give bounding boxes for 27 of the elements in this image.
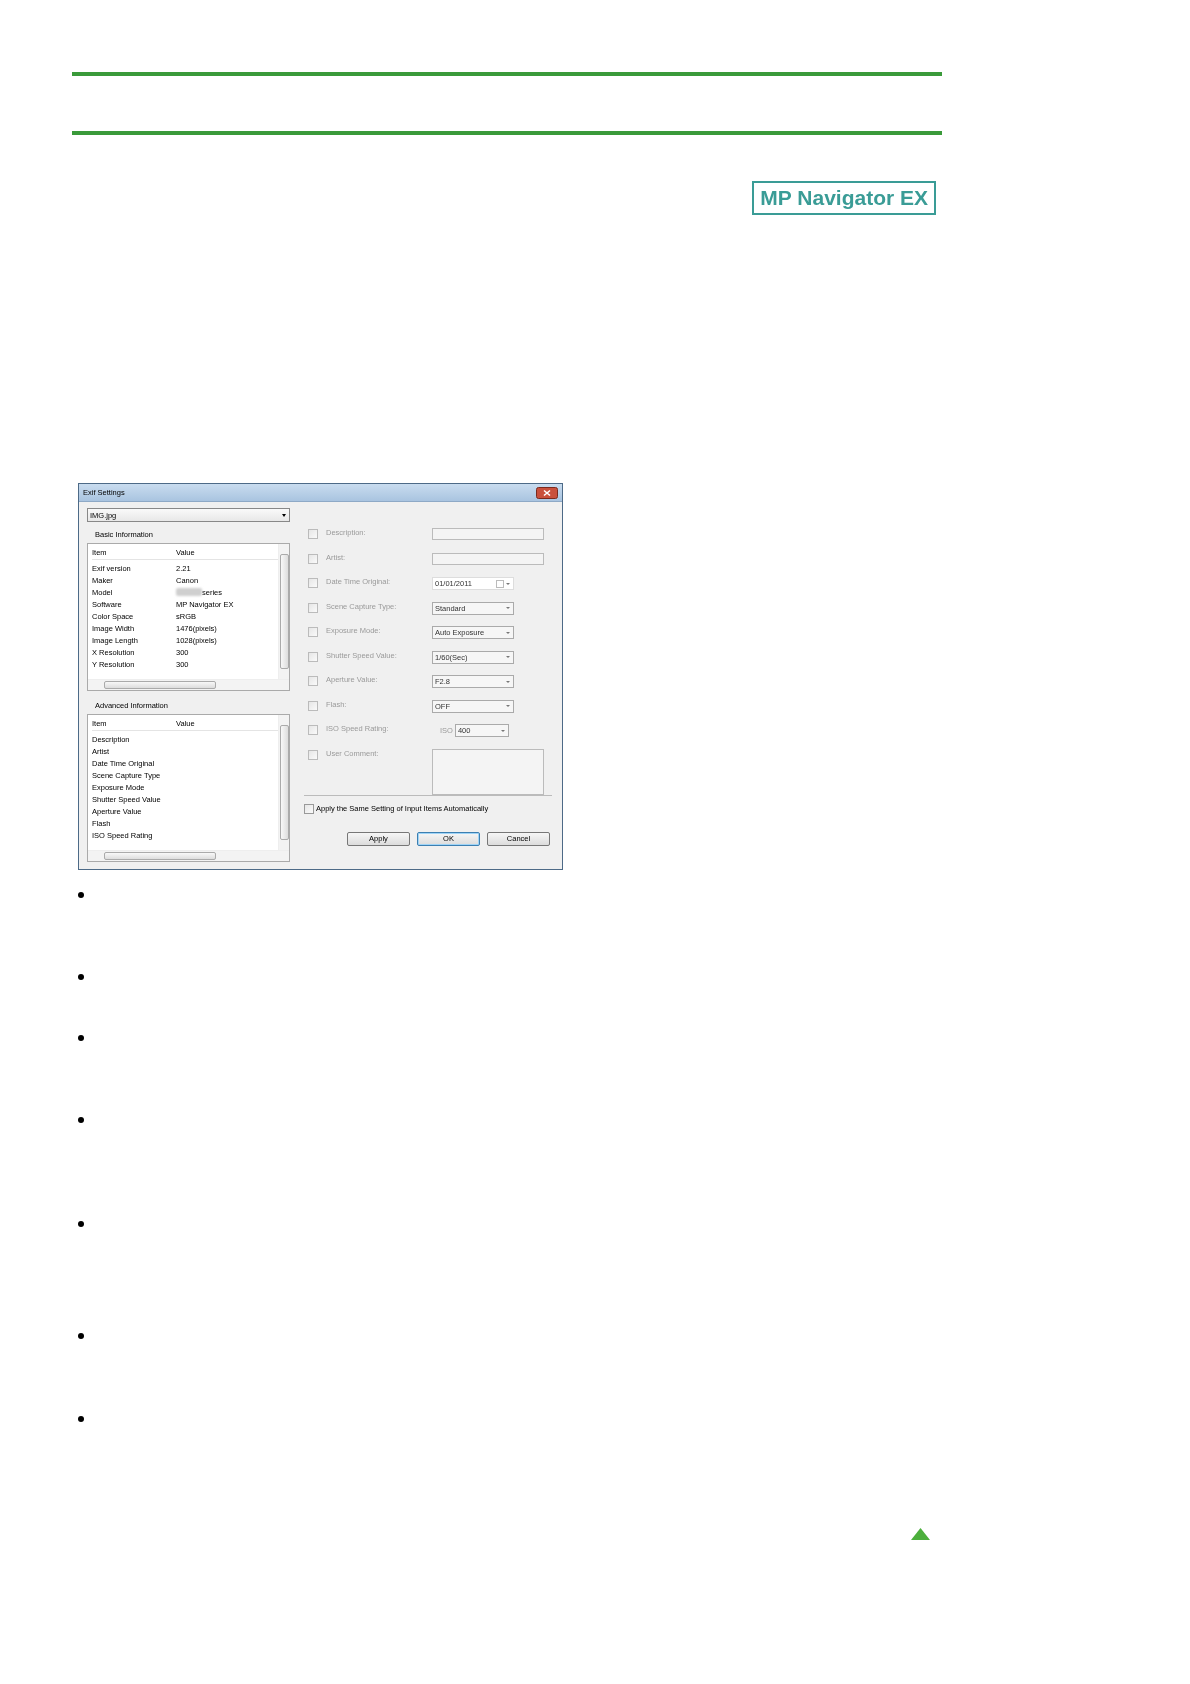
bullet-icon [78, 1221, 84, 1227]
horizontal-scrollbar[interactable] [88, 679, 289, 690]
caret-icon [506, 656, 510, 658]
caret-icon [506, 631, 510, 634]
checkbox[interactable] [304, 803, 314, 814]
caret-icon [506, 680, 510, 683]
calendar-icon[interactable] [496, 579, 504, 588]
bullet-icon [78, 1416, 84, 1422]
bullet-icon [78, 892, 84, 898]
caret-icon [506, 582, 510, 585]
caret-icon [506, 705, 510, 707]
caret-icon [500, 729, 505, 732]
vertical-scrollbar[interactable] [278, 715, 289, 850]
bullet-icon [78, 1333, 84, 1339]
vertical-scrollbar[interactable] [278, 544, 289, 679]
input-field[interactable] [432, 552, 544, 565]
input-field[interactable] [432, 528, 544, 540]
caret-icon [506, 607, 510, 609]
back-to-top-icon[interactable] [910, 1527, 931, 1541]
bullet-icon [78, 974, 84, 980]
close-icon[interactable] [536, 486, 558, 499]
bullet-icon [78, 1117, 84, 1123]
comment-field[interactable] [432, 748, 544, 795]
caret-icon [282, 513, 286, 517]
horizontal-scrollbar[interactable] [88, 850, 289, 861]
bullet-icon [78, 1035, 84, 1041]
product-logo: MP Navigator EX [752, 181, 936, 215]
